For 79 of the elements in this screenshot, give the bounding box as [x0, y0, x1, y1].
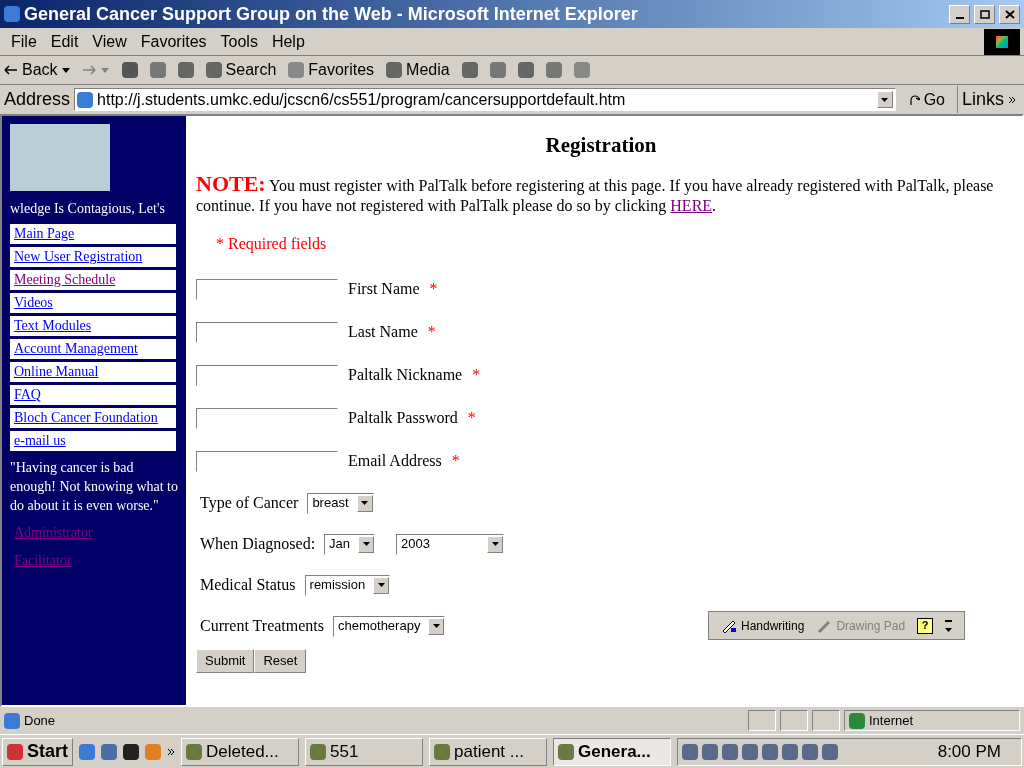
nav-link[interactable]: Main Page [10, 224, 176, 244]
field-label: Medical Status [200, 575, 296, 595]
menu-item[interactable]: Tools [213, 29, 265, 54]
back-arrow-icon [4, 65, 18, 75]
nav-link[interactable]: Account Management [10, 339, 176, 359]
close-icon [1004, 9, 1015, 19]
caret-icon [61, 67, 70, 73]
nav-link[interactable]: Bloch Cancer Foundation [10, 408, 176, 428]
pen-icon [721, 618, 737, 633]
address-field[interactable]: http://j.students.umkc.edu/jcscn6/cs551/program/cancersupportdefault.htm [74, 88, 896, 111]
field-label: Last Name [348, 322, 418, 342]
field-label: Type of Cancer [200, 493, 299, 514]
field-label: Paltalk Nickname [348, 365, 463, 385]
minimize-icon [955, 16, 964, 19]
pen-icon [816, 618, 833, 633]
dropdown[interactable]: Jan [324, 533, 376, 555]
status-panel [780, 710, 808, 731]
minimize-button[interactable] [949, 4, 970, 24]
field-label: When Diagnosed: [200, 534, 316, 555]
zone-panel: Internet [844, 710, 1020, 731]
handwriting-button[interactable]: Handwriting [721, 616, 805, 635]
links-button[interactable]: Links [956, 86, 1020, 113]
maximize-icon [979, 9, 990, 19]
note-text: NOTE:You must register with PalTalk before registering at this page. If you have already registered with PalTalk, please continue. If you have not registered with PalTalk please do so by clicking HERE. [196, 173, 995, 216]
menu-item[interactable]: Favorites [133, 29, 214, 54]
field-label: First Name [348, 279, 420, 299]
required-mark: * [451, 451, 460, 471]
taskbar-button[interactable]: Genera... [553, 737, 671, 766]
menu-item[interactable]: File [4, 29, 44, 54]
marquee-text: wledge Is Contagious, Let's [10, 200, 166, 218]
maximize-button[interactable] [974, 4, 995, 24]
dropdown[interactable]: breast [307, 492, 374, 514]
window-title: General Cancer Support Group on the Web - Microsoft Internet Explorer [24, 2, 639, 26]
close-button[interactable] [999, 4, 1020, 24]
dropdown[interactable]: chemotherapy [333, 615, 446, 637]
menu-item[interactable]: Edit [43, 29, 86, 54]
form-button[interactable]: Submit [196, 648, 255, 673]
menu-item[interactable]: Help [264, 29, 312, 54]
taskbar-button[interactable]: patient ... [429, 737, 547, 766]
back-button[interactable]: Back [4, 58, 70, 82]
help-button[interactable]: ? [917, 617, 934, 634]
media-button[interactable]: Media [386, 58, 450, 82]
required-mark: * [429, 279, 438, 299]
required-note: * Required fields [216, 233, 327, 255]
chevron-icon [1008, 95, 1016, 104]
options-arrow-icon[interactable] [945, 619, 953, 632]
nav-link[interactable]: Online Manual [10, 362, 176, 382]
status-panel [748, 710, 776, 731]
field-label: Email Address [348, 451, 442, 471]
required-mark: * [427, 322, 436, 342]
nav-link[interactable]: Videos [10, 293, 176, 313]
go-button[interactable]: Go [899, 87, 953, 112]
field-label: Paltalk Password [348, 408, 458, 428]
status-panel [812, 710, 840, 731]
search-button[interactable]: Search [205, 58, 277, 82]
nav-link[interactable]: Meeting Schedule [10, 270, 176, 290]
required-mark: * [467, 408, 476, 428]
nav-link[interactable]: e-mail us [10, 431, 176, 451]
field-label: Current Treatments [200, 616, 324, 636]
address-label: Address [4, 88, 71, 111]
required-mark: * [472, 365, 481, 385]
go-arrow-icon [907, 93, 920, 106]
taskbar-button[interactable]: Deleted... [181, 737, 299, 766]
favorites-button[interactable]: Favorites [288, 58, 375, 82]
taskbar-button[interactable]: 551 [305, 737, 423, 766]
page-heading: Registration [545, 132, 657, 159]
clock: 8:00 PM [937, 740, 1001, 763]
chevron-icon[interactable] [167, 747, 175, 756]
forward-arrow-icon[interactable] [81, 65, 110, 75]
nav-link[interactable]: New User Registration [10, 247, 176, 267]
dropdown[interactable]: remission [304, 574, 391, 596]
menu-item[interactable]: View [85, 29, 134, 54]
form-button[interactable]: Reset [254, 648, 307, 673]
nav-link[interactable]: FAQ [10, 385, 176, 405]
start-button[interactable]: Start [2, 737, 73, 766]
dropdown[interactable]: 2003 [396, 533, 505, 555]
status-text: Done [24, 711, 57, 730]
quote-text: "Having cancer is bad enough! Not knowing what to do about it is even worse." [10, 459, 179, 515]
nav-link[interactable]: Text Modules [10, 316, 176, 336]
